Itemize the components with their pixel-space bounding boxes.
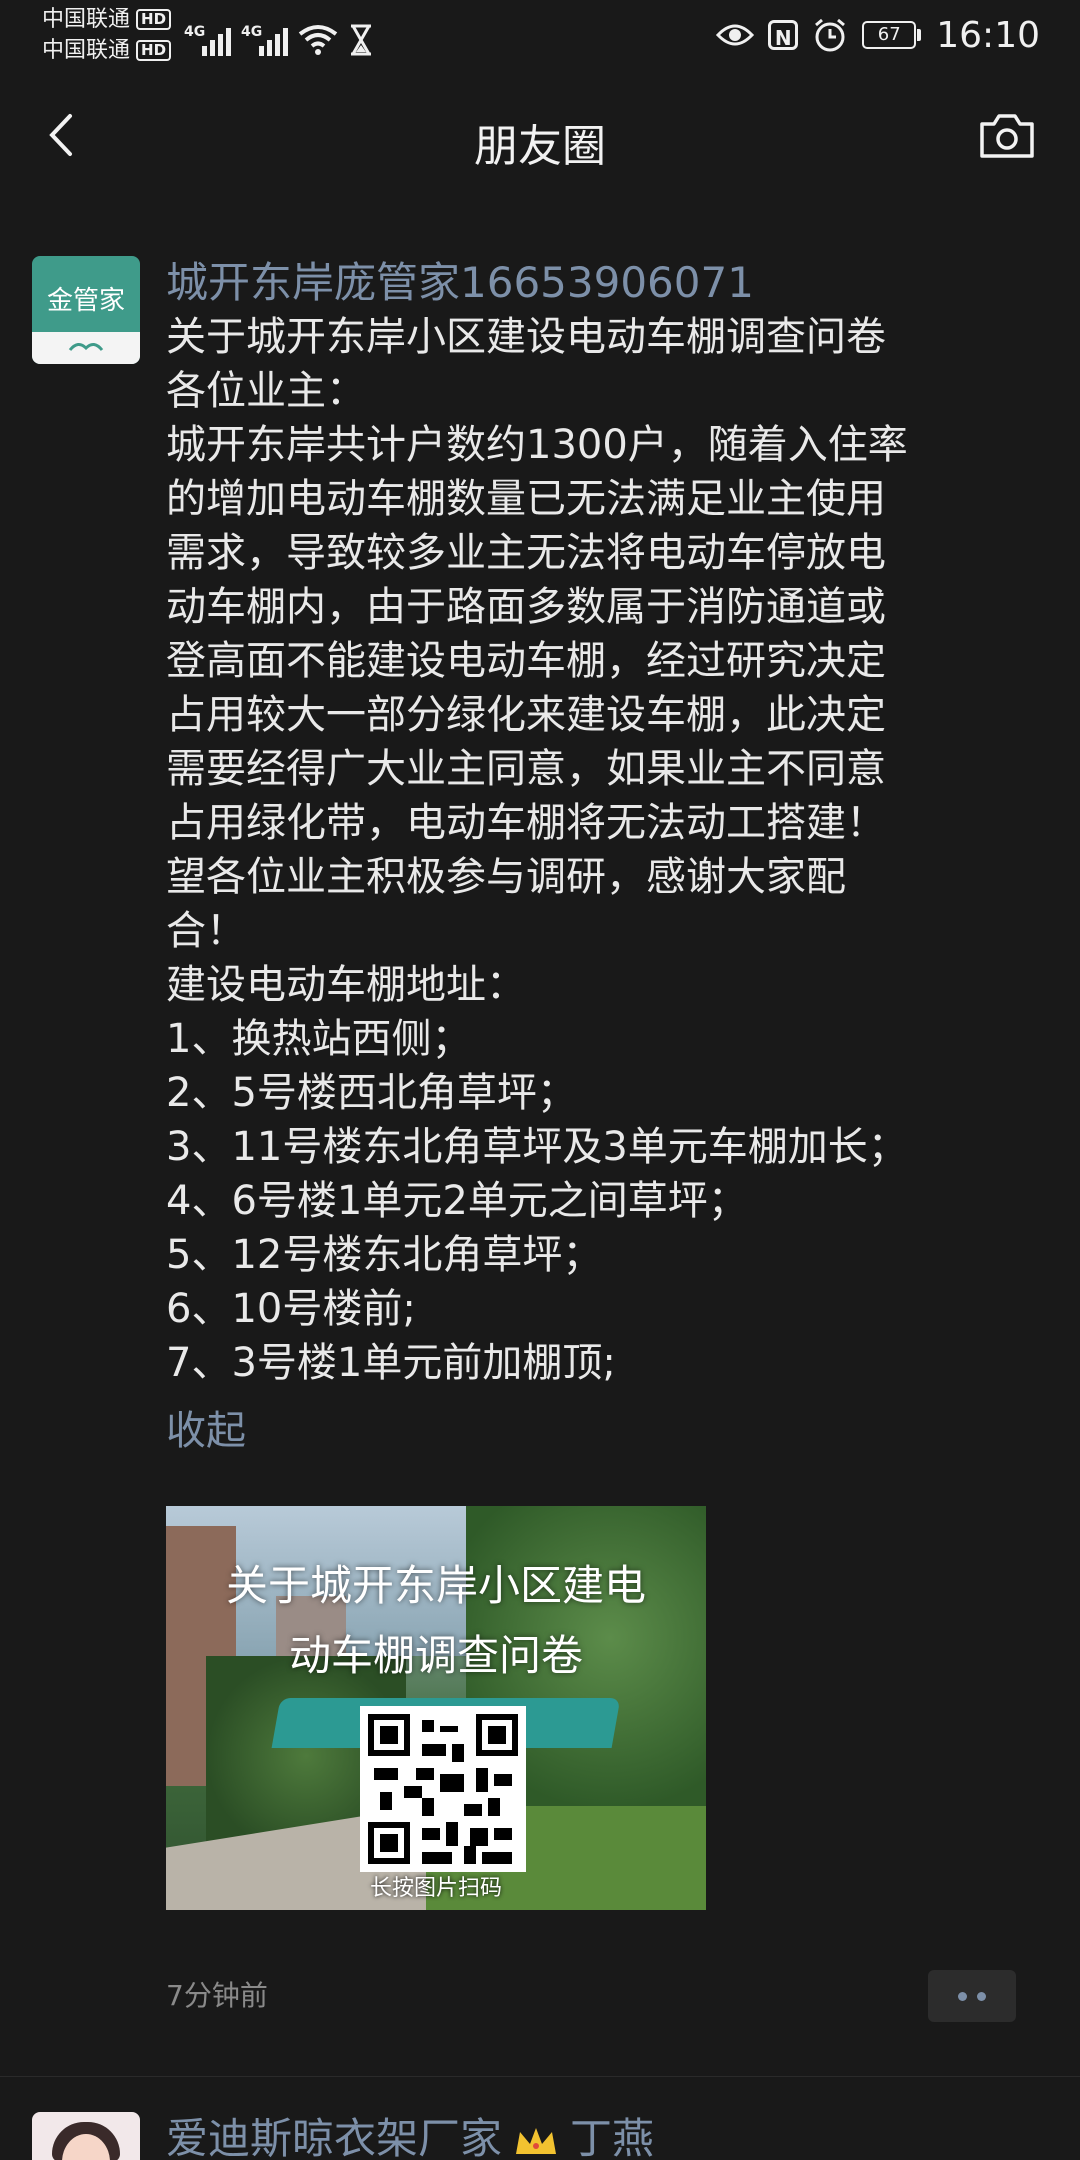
network-type-2: 4G — [241, 24, 263, 40]
network-type: 4G — [184, 24, 206, 40]
post-content-line: 4、6号楼1单元2单元之间草坪； — [166, 1178, 748, 1224]
post-content-line: 占用较大一部分绿化来建设车棚，此决定 — [166, 692, 886, 738]
avatar-2[interactable] — [32, 2112, 140, 2160]
signal-icon: 4G — [184, 24, 231, 56]
post-content-line: 合！ — [166, 908, 246, 954]
image-title-line-1: 关于城开东岸小区建电 — [225, 1561, 646, 1610]
post-content-line: 5、12号楼东北角草坪； — [166, 1232, 603, 1278]
post2-nickname-part1: 爱迪斯晾衣架厂家 — [166, 2114, 503, 2160]
hd-badge: HD — [136, 9, 172, 30]
post-content: 关于城开东岸小区建设电动车棚调查问卷 各位业主： 城开东岸共计户数约1300户，随着… — [166, 310, 1026, 1390]
qr-code — [360, 1706, 526, 1872]
logo-icon — [68, 343, 104, 351]
camera-icon[interactable] — [978, 110, 1036, 160]
status-time: 16:10 — [936, 14, 1040, 56]
post-divider — [0, 2076, 1080, 2077]
post-content-line: 建设电动车棚地址： — [166, 962, 526, 1008]
status-bar: 中国联通 HD 中国联通 HD 4G 4G N 67 16:10 — [0, 0, 1080, 70]
post-content-line: 1、换热站西侧； — [166, 1016, 472, 1062]
carrier-info: 中国联通 HD 中国联通 HD — [42, 4, 172, 66]
carrier-1: 中国联通 — [42, 7, 131, 32]
avatar[interactable]: 金管家 — [32, 256, 140, 364]
page-title: 朋友圈 — [474, 121, 606, 172]
nfc-icon: N — [768, 20, 799, 50]
carrier-2: 中国联通 — [42, 38, 131, 63]
wechat-moments-page: 中国联通 HD 中国联通 HD 4G 4G N 67 16:10 朋友圈 金管家… — [0, 0, 1080, 2160]
post-nickname[interactable]: 城开东岸庞管家16653906071 — [166, 256, 1026, 310]
alarm-icon — [815, 18, 846, 52]
dot-icon-2 — [977, 1992, 986, 2001]
post-content-line: 的增加电动车棚数量已无法满足业主使用 — [166, 476, 886, 522]
post-content-line: 2、5号楼西北角草坪； — [166, 1070, 577, 1116]
post-content-line: 需求，导致较多业主无法将电动车停放电 — [166, 530, 886, 576]
post-content-line: 望各位业主积极参与调研，感谢大家配 — [166, 854, 846, 900]
post-content-line: 关于城开东岸小区建设电动车棚调查问卷 — [166, 314, 886, 360]
post2-nickname-part2: 丁燕 — [570, 2114, 655, 2160]
more-actions-button[interactable] — [928, 1970, 1016, 2022]
post-image[interactable]: 关于城开东岸小区建电 动车棚调查问卷 长按图片扫码 — [166, 1506, 706, 1910]
post-time: 7分钟前 — [166, 1979, 268, 2012]
image-title-line-2: 动车棚调查问卷 — [288, 1631, 583, 1680]
post-content-line: 动车棚内，由于路面多数属于消防通道或 — [166, 584, 886, 630]
crown-icon — [516, 2127, 557, 2154]
image-hint: 长按图片扫码 — [369, 1876, 502, 1901]
signal-group: 4G 4G — [184, 12, 374, 56]
post-content-line: 各位业主： — [166, 368, 366, 414]
dot-icon — [958, 1992, 967, 2001]
post-content-line: 城开东岸共计户数约1300户，随着入住率 — [166, 422, 908, 468]
post-content-line: 登高面不能建设电动车棚，经过研究决定 — [166, 638, 886, 684]
post-content-line: 需要经得广大业主同意，如果业主不同意 — [166, 746, 886, 792]
post-content-line: 7、3号楼1单元前加棚顶; — [166, 1340, 616, 1386]
post-content-line: 6、10号楼前; — [166, 1286, 416, 1332]
avatar-text: 金管家 — [46, 286, 125, 316]
nav-bar: 朋友圈 — [0, 70, 1080, 200]
wifi-icon — [298, 25, 338, 55]
post-content-line: 3、11号楼东北角草坪及3单元车棚加长； — [166, 1124, 908, 1170]
qr-code-icon — [368, 1714, 518, 1864]
post2-nickname[interactable]: 爱迪斯晾衣架厂家 丁燕 — [166, 2112, 654, 2160]
hd-badge-2: HD — [136, 40, 172, 61]
post-content-line: 占用绿化带，电动车棚将无法动工搭建！ — [166, 800, 886, 846]
post-body: 城开东岸庞管家16653906071 关于城开东岸小区建设电动车棚调查问卷 各位业… — [166, 256, 1026, 1458]
moments-feed: 金管家 城开东岸庞管家16653906071 关于城开东岸小区建设电动车棚调查问… — [0, 200, 1080, 2160]
hourglass-icon — [351, 24, 371, 56]
collapse-link[interactable]: 收起 — [166, 1404, 246, 1458]
status-right-group: N 67 16:10 — [716, 10, 1040, 60]
avatar-footer — [32, 332, 140, 364]
signal-icon-2: 4G — [241, 24, 288, 56]
eye-icon — [716, 24, 755, 46]
battery-icon: 67 — [862, 21, 922, 49]
